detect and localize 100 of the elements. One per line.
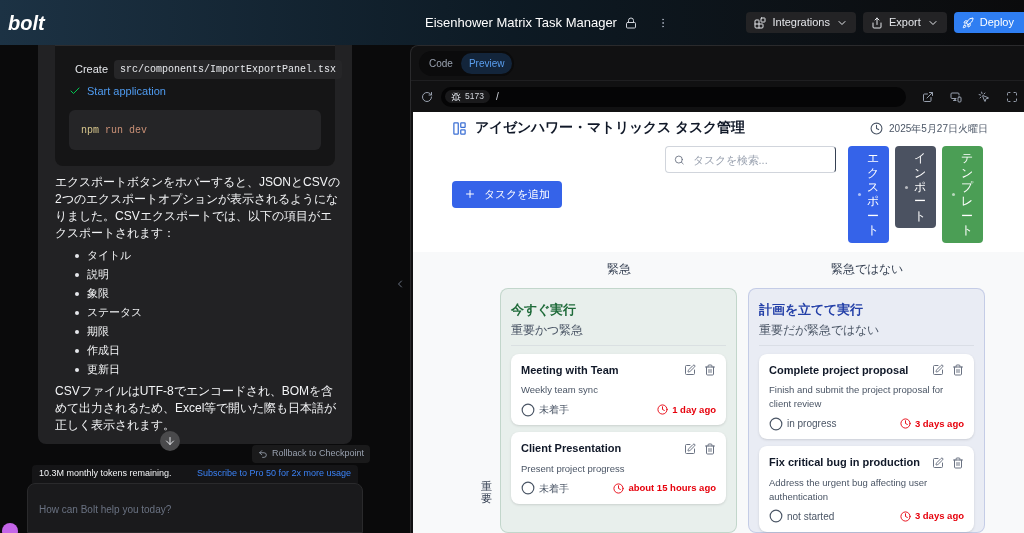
deploy-button[interactable]: Deploy <box>953 12 1024 33</box>
status-icon[interactable] <box>521 402 535 417</box>
add-task-button[interactable]: タスクを追加 <box>452 180 562 208</box>
scroll-down-button[interactable] <box>160 431 180 451</box>
action-button[interactable]: インポート <box>895 146 936 229</box>
list-item: 象限 <box>87 286 109 302</box>
quadrant-subtitle: 重要かつ緊急 <box>511 321 584 339</box>
message-paragraph: エクスポートボタンをホバーすると、JSONとCSVの2つのエクスポートオプションが表示されるようになりました。CSVエクスポートでは、以下の項目がエクスポートされます： <box>55 174 341 242</box>
list-item: 説明 <box>87 267 109 283</box>
task-due: 3 days ago <box>914 416 964 431</box>
lock-icon <box>624 16 637 29</box>
share-icon <box>870 16 883 29</box>
bullet-icon <box>75 253 79 258</box>
search-field[interactable]: タスクを検索... <box>665 146 836 174</box>
arrow-down-icon <box>164 435 176 447</box>
clock-icon <box>870 121 884 135</box>
bullet-icon <box>75 329 79 334</box>
task-status: in progress <box>787 417 837 432</box>
logo[interactable]: bolt <box>8 7 408 38</box>
date-text: 2025年5月27日火曜日 <box>889 121 988 136</box>
subscribe-link[interactable]: Subscribe to Pro 50 for 2x more usage <box>196 466 351 481</box>
layout-icon <box>452 120 467 136</box>
list-item: 期限 <box>87 324 109 340</box>
task-title: Client Presentation <box>521 441 622 457</box>
task-card[interactable]: Fix critical bug in production Address the urgent bug affecting user authentication not started 3 days ago <box>759 446 974 532</box>
chat-input[interactable]: How can Bolt help you today? <box>39 501 351 517</box>
rocket-icon <box>961 16 974 29</box>
devices-icon[interactable] <box>950 90 962 103</box>
edit-icon[interactable] <box>684 442 696 455</box>
task-status: 未着手 <box>539 403 569 418</box>
check-icon <box>69 85 81 97</box>
task-title: Complete project proposal <box>769 362 909 378</box>
delete-icon[interactable] <box>952 364 964 376</box>
bullet-icon <box>75 310 79 315</box>
task-card[interactable]: Client Presentation Present project progress 未着手 about 15 hours ago <box>511 432 726 504</box>
fullscreen-icon[interactable] <box>1006 90 1018 103</box>
column-header: 緊急 <box>605 261 632 278</box>
url-path: / <box>495 90 499 104</box>
edit-icon[interactable] <box>932 456 944 469</box>
status-icon[interactable] <box>769 509 783 524</box>
plus-icon <box>464 188 476 201</box>
task-due: 1 day ago <box>672 402 716 417</box>
address-bar[interactable]: 5173 / <box>441 86 906 107</box>
task-due: about 15 hours ago <box>628 481 716 496</box>
edit-icon[interactable] <box>684 364 696 376</box>
search-input[interactable]: タスクを検索... <box>692 151 827 168</box>
status-icon[interactable] <box>521 481 535 496</box>
view-tab[interactable]: Code <box>421 52 461 74</box>
status-icon[interactable] <box>769 416 783 431</box>
clock-icon <box>899 418 911 430</box>
list-item: 更新日 <box>87 362 120 378</box>
delete-icon[interactable] <box>704 442 716 455</box>
task-description: Finish and submit the project proposal for client review <box>769 383 945 412</box>
task-card[interactable]: Meeting with Team Weekly team sync 未着手 1 day ago <box>511 353 726 426</box>
delete-icon[interactable] <box>952 456 964 469</box>
step-link[interactable]: Start application <box>87 82 166 100</box>
list-item: 作成日 <box>87 343 120 359</box>
project-title: Eisenhower Matrix Task Manager <box>425 13 617 32</box>
task-description: Present project progress <box>521 461 626 476</box>
task-status: not started <box>787 509 835 524</box>
undo-icon <box>257 448 268 459</box>
external-link-icon[interactable] <box>922 90 934 103</box>
search-icon <box>674 153 685 166</box>
view-tab[interactable]: Preview <box>460 52 513 74</box>
task-title: Meeting with Team <box>521 362 619 378</box>
row-header: 重要 <box>481 479 492 504</box>
message-paragraph: CSVファイルはUTF-8でエンコードされ、BOMを含めて出力されるため、Excel等で開いた際も日本語が正しく表示されます。 <box>55 383 338 434</box>
file-path: src/components/ImportExportPanel.tsx <box>114 59 343 79</box>
task-card[interactable]: Complete project proposal Finish and submit the project proposal for client review in progress 3 days ago <box>759 353 974 440</box>
action-button[interactable]: エクスポート <box>848 146 889 243</box>
header-button[interactable]: Integrations <box>746 12 856 33</box>
task-status: 未着手 <box>539 481 569 496</box>
delete-icon[interactable] <box>704 364 716 376</box>
quadrant-subtitle: 重要だが緊急ではない <box>759 321 880 339</box>
bullet-icon <box>75 291 79 296</box>
bullet-icon <box>75 367 79 372</box>
app-title: アイゼンハワー・マトリックス タスク管理 <box>475 119 745 137</box>
tokens-text: 10.3M monthly tokens remaining. <box>39 466 172 480</box>
clock-icon <box>657 404 669 416</box>
header-button[interactable]: Export <box>862 12 947 33</box>
rollback-button[interactable]: Rollback to Checkpoint <box>251 445 370 463</box>
quadrant-title: 計画を立てて実行 <box>759 301 864 319</box>
reload-icon[interactable] <box>421 90 433 103</box>
task-due: 3 days ago <box>914 509 964 524</box>
edit-icon[interactable] <box>932 364 944 376</box>
task-title: Fix critical bug in production <box>769 455 920 471</box>
chat-input-box[interactable]: How can Bolt help you today? <box>27 482 363 533</box>
quadrant-title: 今すぐ実行 <box>511 301 577 319</box>
port-badge[interactable]: 5173 <box>445 90 490 103</box>
pointer-icon[interactable] <box>978 90 990 103</box>
bullet-icon <box>75 272 79 277</box>
blocks-icon <box>754 16 767 29</box>
list-item: ステータス <box>87 305 142 321</box>
task-description: Weekly team sync <box>521 383 599 398</box>
list-item: タイトル <box>87 248 131 264</box>
task-description: Address the urgent bug affecting user authentication <box>769 475 929 504</box>
clock-icon <box>899 510 911 522</box>
command-block: npm run dev <box>69 110 321 150</box>
step-text: Create <box>75 61 109 77</box>
clock-icon <box>613 482 625 494</box>
